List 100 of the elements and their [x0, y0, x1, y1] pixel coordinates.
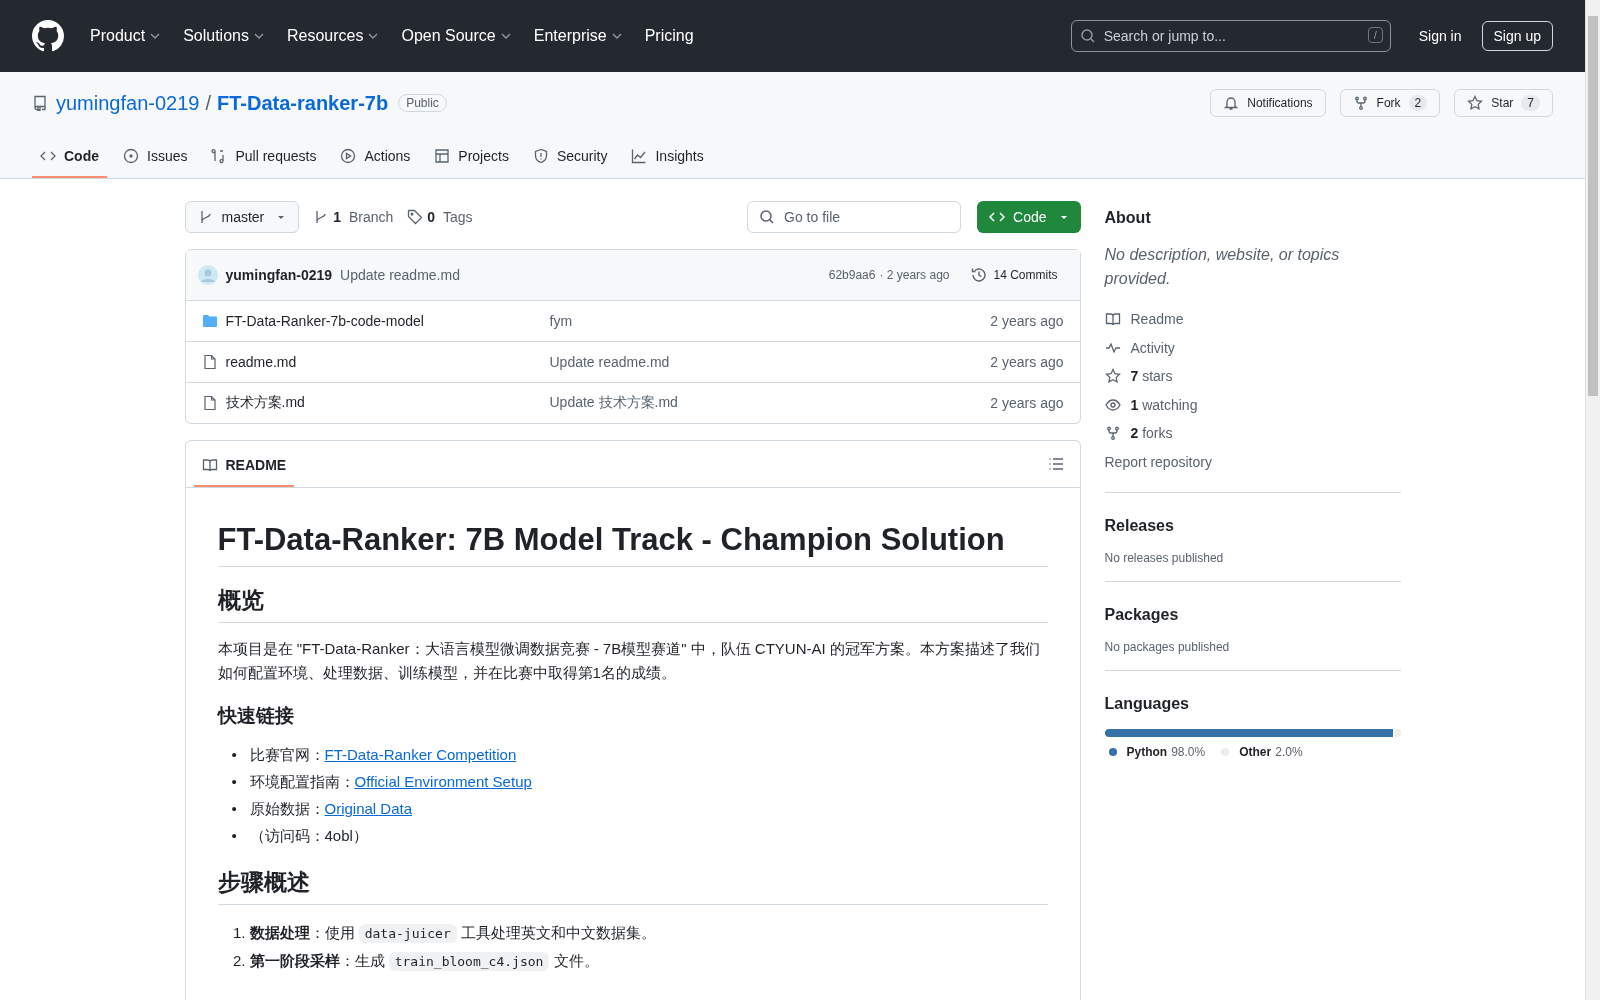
- section-heading: 快速链接: [217, 703, 295, 728]
- fork-icon: [1352, 95, 1369, 111]
- repo-action-button[interactable]: Fork 2: [1339, 89, 1441, 117]
- repo-icon: [32, 95, 48, 111]
- repo-tab[interactable]: Code: [32, 140, 107, 178]
- about-link[interactable]: 2 forks: [1104, 419, 1401, 448]
- releases-heading[interactable]: Releases: [1104, 509, 1401, 535]
- scrollbar[interactable]: [1585, 0, 1600, 1000]
- file-name-link[interactable]: readme.md: [225, 354, 542, 370]
- about-link[interactable]: 7 stars: [1104, 362, 1401, 391]
- graph-icon: [631, 148, 648, 164]
- shortcut-key: /: [1367, 27, 1383, 43]
- go-to-file-field[interactable]: Go to file: [747, 201, 962, 233]
- language-percent: 98.0%: [1171, 745, 1206, 759]
- section-heading: 步骤概述: [217, 867, 1048, 905]
- github-logo-icon[interactable]: [32, 20, 64, 52]
- hyperlink[interactable]: Original Data: [324, 795, 413, 822]
- folder-icon: [201, 313, 218, 329]
- search-icon: [759, 209, 776, 225]
- table-icon: [434, 148, 451, 164]
- releases-note: No releases published: [1104, 551, 1225, 565]
- report-link[interactable]: Report repository: [1104, 447, 1401, 476]
- file-time: 2 years ago: [990, 395, 1064, 411]
- commits-link[interactable]: 14 Commits: [965, 263, 1064, 287]
- nav-menu-item[interactable]: Open Source: [393, 21, 522, 51]
- nav-menu-item[interactable]: Enterprise: [525, 21, 633, 51]
- repo-action-button[interactable]: Star 7: [1454, 89, 1553, 117]
- tag-icon: [407, 209, 424, 225]
- list-item-text: 比赛官网：: [249, 745, 325, 765]
- history-icon: [971, 267, 988, 283]
- commit-message-link[interactable]: fym: [549, 313, 983, 329]
- about-description: No description, website, or topics provided.: [1104, 245, 1341, 289]
- nav-menu-item[interactable]: Solutions: [175, 21, 275, 51]
- packages-heading[interactable]: Packages: [1104, 598, 1401, 624]
- step-text: 第一阶段采样：生成 train_bloom_c4.json 文件。: [249, 951, 599, 973]
- readme-tab[interactable]: README: [193, 443, 295, 487]
- list-item-text: （访问码：4obl）: [249, 826, 368, 846]
- file-name-link[interactable]: 技术方案.md: [225, 394, 542, 412]
- eye-icon: [1104, 396, 1121, 413]
- commit-time: · 2 years ago: [879, 268, 950, 282]
- avatar-icon: [197, 265, 218, 285]
- hyperlink[interactable]: FT-Data-Ranker Competition: [324, 741, 517, 768]
- language-name[interactable]: Python: [1126, 745, 1168, 759]
- bell-icon: [1223, 95, 1240, 111]
- about-link[interactable]: 1 watching: [1104, 390, 1401, 419]
- language-name[interactable]: Other: [1239, 745, 1272, 759]
- language-percent: 2.0%: [1275, 745, 1303, 759]
- tags-link[interactable]: 0 Tags: [407, 209, 473, 225]
- branches-link[interactable]: 1 Branch: [313, 209, 394, 225]
- bullet-marker: •: [231, 772, 238, 792]
- section-heading: 概览: [217, 585, 1048, 623]
- sign-up-button[interactable]: Sign up: [1481, 21, 1553, 51]
- nav-menu-item[interactable]: Resources: [278, 21, 390, 51]
- branch-button[interactable]: master: [184, 201, 300, 233]
- packages-note: No packages published: [1104, 640, 1231, 654]
- languages-heading: Languages: [1104, 694, 1190, 713]
- repo-tab[interactable]: Security: [524, 140, 616, 178]
- list-item-text: 原始数据：: [249, 799, 325, 819]
- file-name-link[interactable]: FT-Data-Ranker-7b-code-model: [225, 313, 542, 329]
- book-icon: [201, 457, 218, 473]
- code-button[interactable]: Code: [977, 201, 1081, 233]
- nav-menu-item[interactable]: Pricing: [636, 21, 702, 51]
- sign-in-link[interactable]: Sign in: [1418, 28, 1462, 44]
- step-number: 2.: [232, 951, 246, 971]
- repo-tab[interactable]: Insights: [623, 140, 712, 178]
- star-icon: [1104, 368, 1121, 385]
- commit-message-link[interactable]: Update 技术方案.md: [549, 394, 983, 412]
- hyperlink[interactable]: Official Environment Setup: [354, 768, 532, 795]
- bullet-marker: •: [231, 745, 238, 765]
- commit-message-link[interactable]: Update readme.md: [549, 354, 983, 370]
- repo-action-button[interactable]: Notifications: [1210, 89, 1326, 117]
- commit-author[interactable]: yumingfan-0219: [225, 267, 333, 283]
- shield-icon: [532, 148, 549, 164]
- step-number: 1.: [232, 923, 246, 943]
- counter: 7: [1521, 95, 1540, 111]
- repo-name-link[interactable]: FT-Data-ranker-7b: [217, 91, 389, 115]
- search-icon: [1079, 28, 1096, 44]
- overview-paragraph: 本项目是在 "FT-Data-Ranker：大语言模型微调数据竞赛 - 7B模型赛道" 中，队伍 CTYUN-AI 的冠军方案。本方案描述了我们如何配置环境、处理数据、训练模型，并在比赛中取得第1名的成绩。: [217, 639, 1041, 683]
- about-link[interactable]: Readme: [1104, 305, 1401, 334]
- file-time: 2 years ago: [990, 354, 1064, 370]
- repo-tab[interactable]: Pull requests: [203, 140, 325, 178]
- file-icon: [201, 354, 218, 370]
- repo-tab[interactable]: Issues: [115, 140, 196, 178]
- list-icon[interactable]: [1047, 456, 1064, 472]
- bullet-marker: •: [231, 799, 238, 819]
- about-link[interactable]: Activity: [1104, 333, 1401, 362]
- path-separator: /: [205, 91, 211, 115]
- file-time: 2 years ago: [990, 313, 1064, 329]
- nav-menu-item[interactable]: Product: [82, 21, 172, 51]
- play-icon: [340, 148, 357, 164]
- star-icon: [1467, 95, 1484, 111]
- readme-title: FT-Data-Ranker: 7B Model Track - Champion Solution: [217, 522, 1048, 567]
- commit-hash[interactable]: 62b9aa6: [828, 268, 876, 282]
- repo-tab[interactable]: Actions: [332, 140, 419, 178]
- list-item-text: 环境配置指南：: [249, 772, 355, 792]
- owner-link[interactable]: yumingfan-0219: [56, 91, 200, 115]
- book-icon: [1104, 311, 1121, 328]
- commit-message[interactable]: Update readme.md: [340, 267, 460, 283]
- repo-tab[interactable]: Projects: [426, 140, 517, 178]
- issue-icon: [123, 148, 139, 164]
